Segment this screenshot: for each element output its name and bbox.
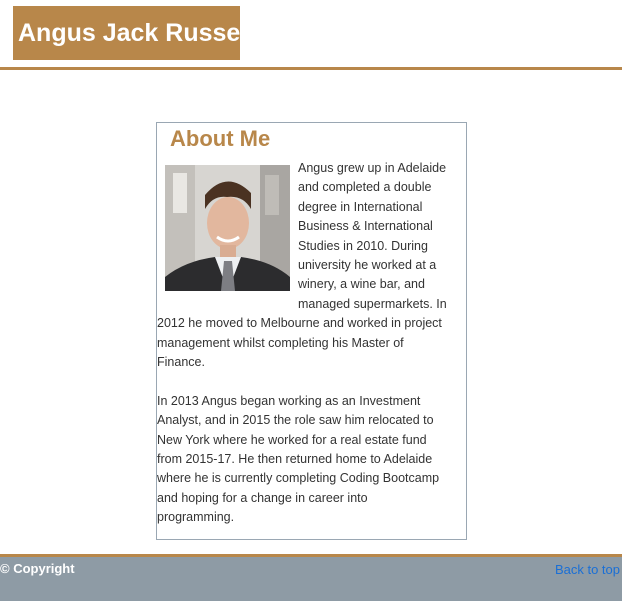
about-text: Angus grew up in Adelaide and completed … bbox=[157, 159, 447, 528]
profile-photo bbox=[165, 165, 290, 291]
about-card: About Me Angus grew up in Adelaide and c… bbox=[156, 122, 467, 540]
site-brand[interactable]: Angus Jack Russell bbox=[13, 6, 254, 60]
back-to-top-link[interactable]: Back to top bbox=[555, 562, 620, 577]
about-paragraph-2: In 2013 Angus began working as an Invest… bbox=[157, 393, 440, 525]
about-heading: About Me bbox=[170, 126, 271, 151]
footer: © Copyright Back to top bbox=[0, 557, 622, 601]
copyright-text: © Copyright bbox=[0, 561, 75, 576]
header-divider bbox=[0, 67, 622, 70]
